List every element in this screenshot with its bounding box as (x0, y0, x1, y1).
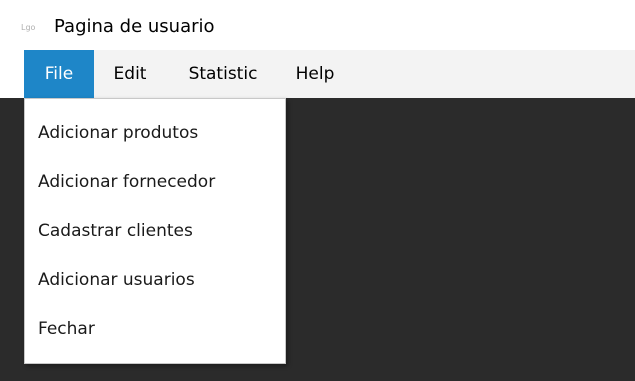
menu-statistic[interactable]: Statistic (166, 50, 280, 98)
app-window: Lgo Pagina de usuario File Edit Statisti… (0, 0, 635, 381)
menu-file[interactable]: File (24, 50, 94, 98)
menubar-left-margin (0, 50, 24, 98)
menu-item-adicionar-fornecedor[interactable]: Adicionar fornecedor (25, 158, 285, 206)
menu-item-adicionar-usuarios[interactable]: Adicionar usuarios (25, 256, 285, 304)
menu-edit[interactable]: Edit (94, 50, 166, 98)
window-title: Pagina de usuario (54, 16, 215, 37)
title-bar: Lgo Pagina de usuario (0, 0, 635, 50)
menu-item-fechar[interactable]: Fechar (25, 305, 285, 353)
menu-item-cadastrar-clientes[interactable]: Cadastrar clientes (25, 207, 285, 255)
app-logo-icon: Lgo (21, 23, 36, 32)
menu-bar: File Edit Statistic Help (24, 50, 635, 98)
svg-text:Lgo: Lgo (21, 23, 36, 32)
menu-item-adicionar-produtos[interactable]: Adicionar produtos (25, 109, 285, 157)
file-dropdown-menu: Adicionar produtos Adicionar fornecedor … (24, 98, 286, 364)
menu-help[interactable]: Help (280, 50, 350, 98)
